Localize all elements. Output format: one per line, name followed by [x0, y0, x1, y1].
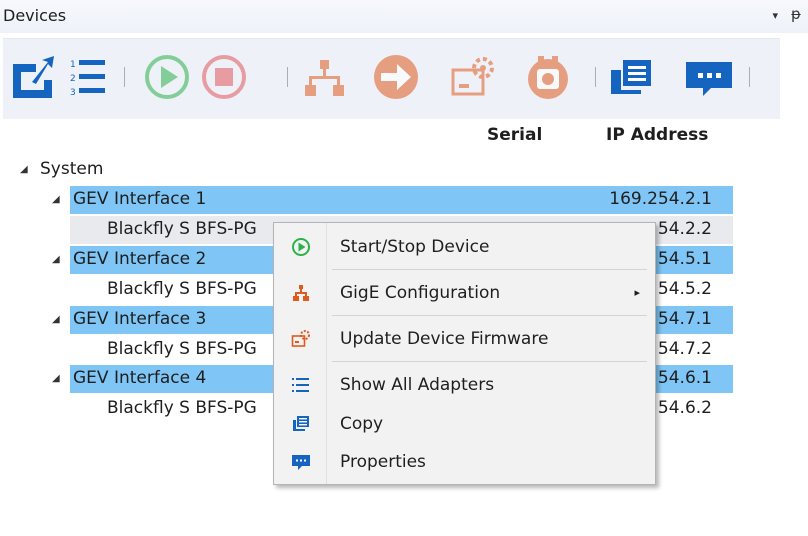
panel-title: Devices	[3, 6, 67, 25]
submenu-arrow-icon: ▸	[634, 286, 640, 299]
camera-button[interactable]	[523, 52, 573, 102]
menu-item-label: Show All Adapters	[340, 375, 495, 395]
menu-item-label: Copy	[340, 414, 384, 434]
copy-icon	[293, 416, 309, 431]
context-menu: Start/Stop Device GigE Configuration ▸ U…	[273, 222, 656, 485]
tree-root-label: System	[40, 159, 104, 179]
menu-item-update-firmware[interactable]: Update Device Firmware	[274, 321, 655, 357]
device-ip: 54.5.2	[657, 279, 712, 299]
menu-item-properties[interactable]: Properties	[274, 444, 655, 480]
interface-label: GEV Interface 3	[73, 309, 207, 329]
chat-icon	[292, 455, 310, 470]
menu-item-show-all-adapters[interactable]: Show All Adapters	[274, 367, 655, 403]
tree-interface-row[interactable]: ◢ GEV Interface 1 169.254.2.1	[0, 186, 808, 214]
device-ip: 54.2.2	[657, 219, 712, 239]
interface-label: GEV Interface 4	[73, 368, 207, 388]
chat-icon	[686, 62, 732, 96]
toolbar: 1 2 3	[3, 38, 780, 119]
panel-menu-button[interactable]: ▾	[772, 9, 778, 22]
interface-ip: 169.254.2.1	[609, 189, 712, 209]
properties-button[interactable]	[683, 52, 733, 102]
menu-item-copy[interactable]: Copy	[274, 406, 655, 442]
device-ip: 54.6.2	[657, 398, 712, 418]
device-label: Blackfly S BFS-PG	[107, 219, 257, 239]
menu-item-start-stop[interactable]: Start/Stop Device	[274, 229, 655, 265]
network-icon	[293, 285, 309, 301]
column-header-serial[interactable]: Serial	[487, 125, 542, 145]
refresh-button[interactable]	[8, 52, 58, 102]
collapse-arrow-icon[interactable]: ◢	[52, 314, 60, 325]
camera-icon	[528, 56, 568, 99]
menu-item-label: GigE Configuration	[340, 283, 501, 303]
collapse-arrow-icon[interactable]: ◢	[20, 164, 28, 175]
svg-text:1: 1	[70, 60, 76, 70]
network-button[interactable]	[299, 52, 349, 102]
device-label: Blackfly S BFS-PG	[107, 398, 257, 418]
interface-label: GEV Interface 2	[73, 249, 207, 269]
pin-button[interactable]: ᵽ	[791, 5, 801, 23]
device-label: Blackfly S BFS-PG	[107, 279, 257, 299]
stop-button[interactable]	[199, 52, 249, 102]
collapse-arrow-icon[interactable]: ◢	[52, 373, 60, 384]
menu-item-label: Properties	[340, 452, 426, 472]
svg-text:3: 3	[70, 88, 76, 98]
svg-text:2: 2	[70, 74, 76, 84]
stop-icon	[202, 55, 246, 99]
copy-button[interactable]	[607, 52, 657, 102]
play-icon	[145, 55, 189, 99]
menu-item-label: Start/Stop Device	[340, 237, 490, 257]
list-icon	[292, 378, 309, 392]
column-header-ip[interactable]: IP Address	[606, 125, 708, 145]
device-ip: 54.7.2	[657, 339, 712, 359]
device-label: Blackfly S BFS-PG	[107, 339, 257, 359]
tree-root-system[interactable]: ◢ System	[0, 156, 808, 184]
refresh-icon	[13, 56, 54, 98]
gear-card-icon	[451, 57, 494, 96]
interface-ip: 54.5.1	[657, 249, 712, 269]
network-icon	[305, 60, 344, 96]
menu-item-label: Update Device Firmware	[340, 329, 549, 349]
interface-ip: 54.7.1	[657, 309, 712, 329]
collapse-arrow-icon[interactable]: ◢	[52, 194, 60, 205]
play-icon	[292, 238, 310, 256]
interface-label: GEV Interface 1	[73, 189, 207, 209]
copy-icon	[611, 60, 651, 94]
forward-button[interactable]	[369, 52, 419, 102]
forward-icon	[374, 55, 418, 99]
firmware-icon	[291, 330, 310, 347]
panel-title-bar: Devices ▾ ᵽ	[0, 0, 808, 33]
settings-card-button[interactable]	[449, 52, 499, 102]
menu-item-gige-configuration[interactable]: GigE Configuration ▸	[274, 275, 655, 311]
list-button[interactable]: 1 2 3	[65, 52, 115, 102]
interface-ip: 54.6.1	[657, 368, 712, 388]
list-icon: 1 2 3	[70, 60, 105, 98]
collapse-arrow-icon[interactable]: ◢	[52, 254, 60, 265]
start-button[interactable]	[142, 52, 192, 102]
